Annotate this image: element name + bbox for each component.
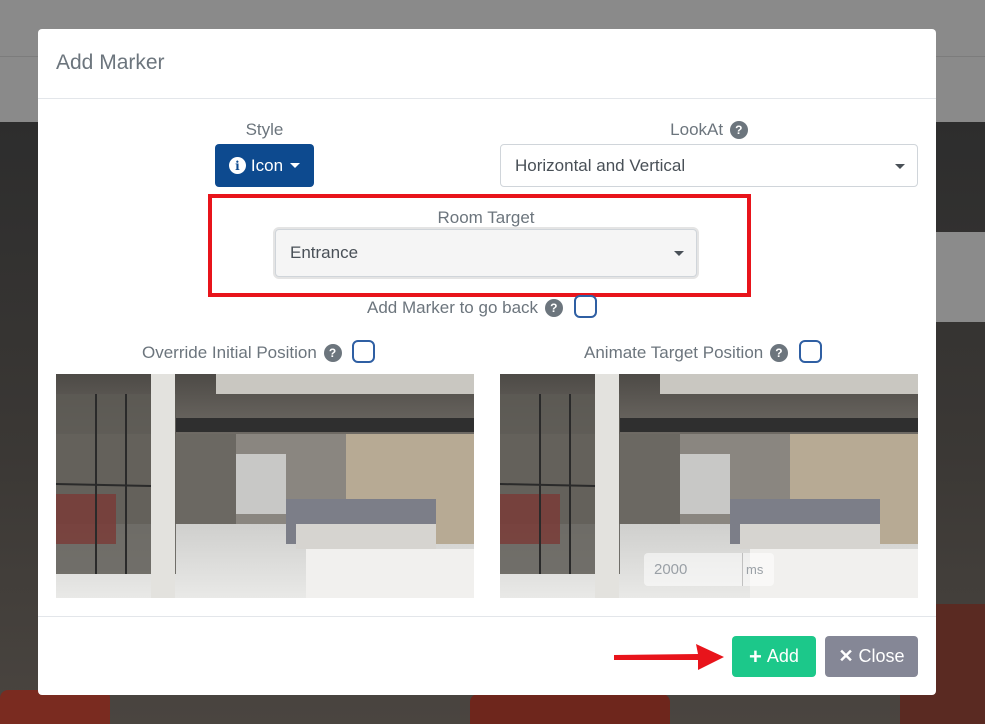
go-back-row: Add Marker to go back ?: [367, 295, 597, 318]
lookat-select[interactable]: Horizontal and Vertical: [500, 144, 918, 187]
lookat-label: LookAt ?: [500, 120, 918, 140]
style-button-label: Icon: [250, 155, 284, 175]
override-row: Override Initial Position ?: [142, 340, 376, 363]
caret-down-icon: [674, 251, 684, 256]
help-icon[interactable]: ?: [769, 344, 788, 362]
room-panorama-image: [56, 374, 474, 598]
background-furniture: [470, 694, 670, 724]
close-icon: ✕: [838, 646, 854, 666]
room-target-select-value: Entrance: [290, 243, 359, 262]
close-button-label: Close: [858, 646, 905, 666]
background-panel: [936, 232, 985, 322]
add-marker-modal: Add Marker Style i Icon LookAt ? Horizon…: [38, 29, 936, 695]
modal-title: Add Marker: [56, 51, 165, 74]
info-circle-icon: i: [228, 157, 246, 174]
modal-footer: + Add ✕ Close: [38, 616, 936, 695]
animate-checkbox[interactable]: [798, 340, 822, 363]
help-icon[interactable]: ?: [729, 121, 748, 139]
animate-target-preview[interactable]: 2000 ms: [500, 374, 918, 598]
animate-label: Animate Target Position: [584, 343, 764, 362]
duration-input[interactable]: 2000: [644, 561, 742, 578]
close-button[interactable]: ✕ Close: [825, 636, 918, 677]
lookat-label-text: LookAt: [670, 120, 724, 139]
background-furniture: [0, 690, 110, 724]
animate-row: Animate Target Position ?: [584, 340, 822, 363]
add-button[interactable]: + Add: [732, 636, 816, 677]
room-target-label: Room Target: [437, 208, 535, 227]
modal-header: Add Marker: [38, 29, 936, 99]
caret-down-icon: [895, 163, 905, 169]
annotation-arrow-icon: [614, 644, 724, 670]
duration-unit: ms: [742, 553, 763, 586]
style-label: Style: [245, 120, 284, 139]
plus-icon: +: [749, 643, 762, 669]
lookat-select-value: Horizontal and Vertical: [515, 155, 686, 175]
override-checkbox[interactable]: [352, 340, 376, 363]
caret-down-icon: [290, 163, 301, 168]
go-back-checkbox[interactable]: [573, 295, 597, 318]
room-target-select[interactable]: Entrance: [275, 229, 697, 277]
duration-input-group: 2000 ms: [644, 553, 774, 586]
add-button-label: Add: [766, 646, 799, 666]
go-back-label: Add Marker to go back: [367, 298, 539, 317]
override-label: Override Initial Position: [142, 343, 317, 362]
initial-position-preview[interactable]: [56, 374, 474, 598]
help-icon[interactable]: ?: [323, 344, 342, 362]
help-icon[interactable]: ?: [544, 299, 563, 317]
style-dropdown-button[interactable]: i Icon: [215, 144, 314, 187]
